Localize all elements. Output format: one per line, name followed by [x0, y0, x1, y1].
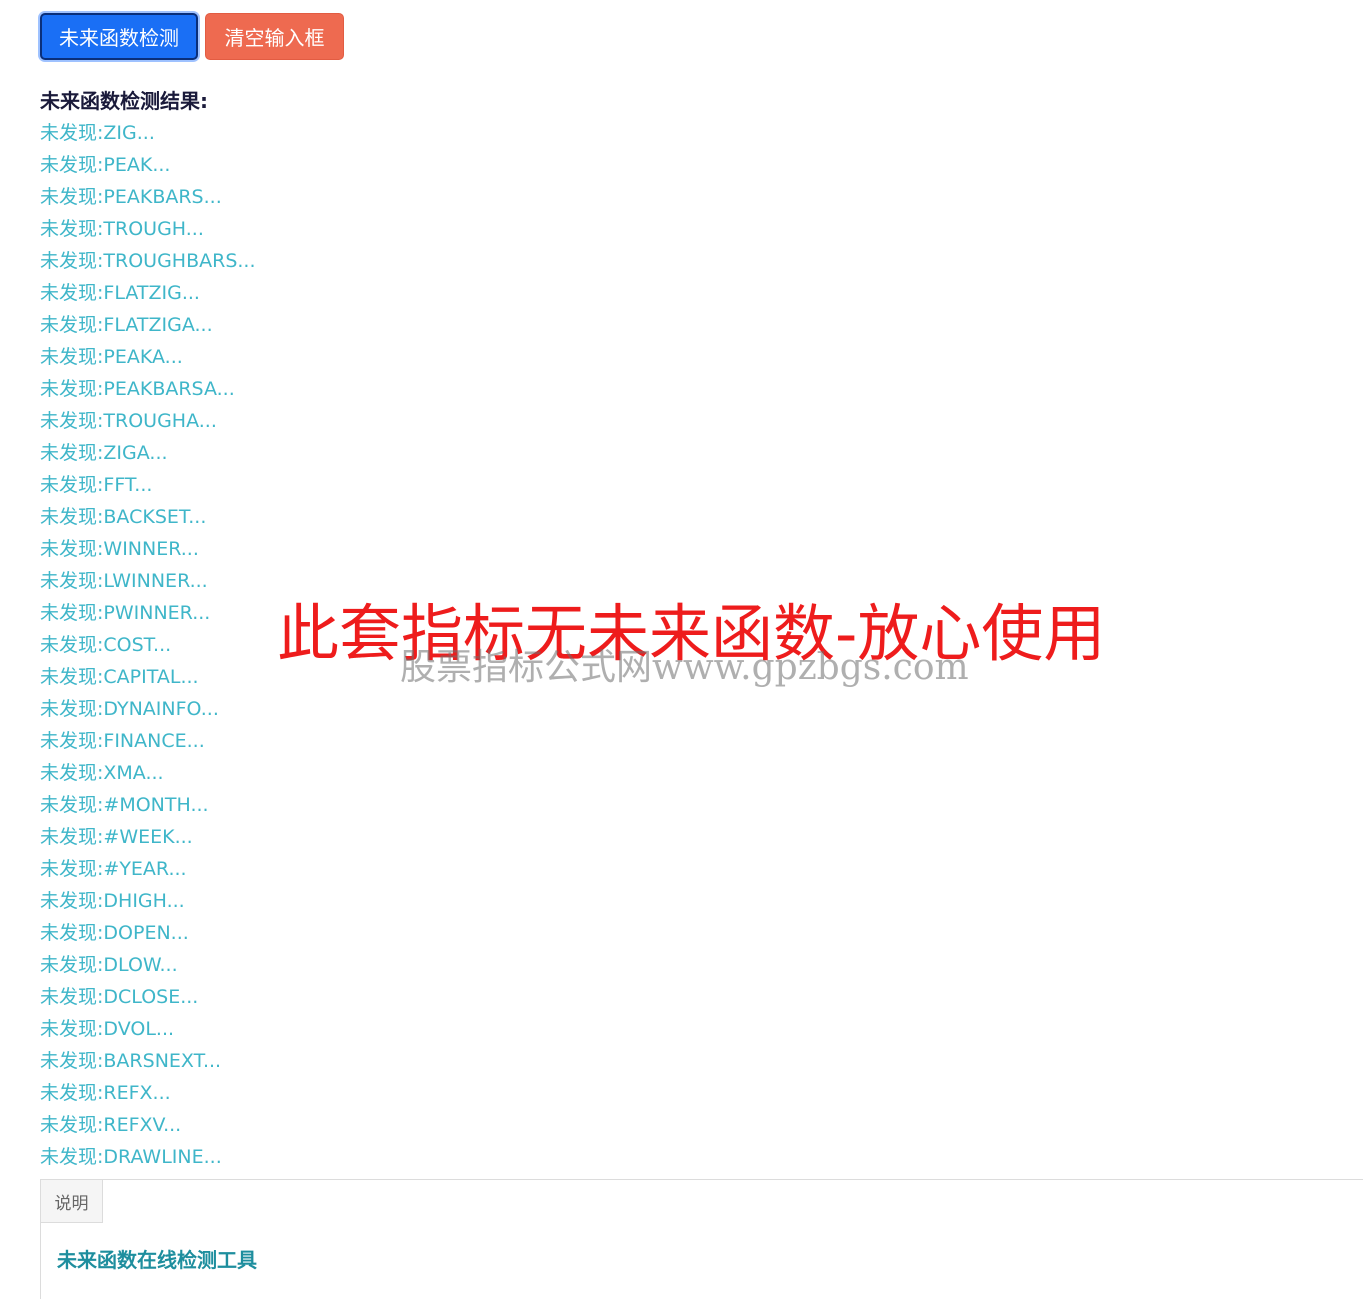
result-item: 未发现:ZIGA...: [40, 442, 168, 464]
result-item: 未发现:TROUGH...: [40, 218, 204, 240]
result-item: 未发现:DRAWLINE...: [40, 1146, 222, 1168]
result-item: 未发现:BACKSET...: [40, 506, 207, 528]
result-item: 未发现:DHIGH...: [40, 890, 185, 912]
toolbar: 未来函数检测 清空输入框: [40, 13, 344, 60]
result-item: 未发现:FINANCE...: [40, 730, 205, 752]
result-item: 未发现:FLATZIGA...: [40, 314, 213, 336]
result-item: 未发现:WINNER...: [40, 538, 199, 560]
clear-input-button[interactable]: 清空输入框: [205, 13, 344, 60]
description-panel: 说明 未来函数在线检测工具: [40, 1179, 1363, 1299]
tab-description[interactable]: 说明: [41, 1180, 103, 1223]
result-item: 未发现:TROUGHBARS...: [40, 250, 256, 272]
result-item: 未发现:LWINNER...: [40, 570, 208, 592]
result-item: 未发现:PEAKA...: [40, 346, 183, 368]
result-item: 未发现:DYNAINFO...: [40, 698, 219, 720]
result-item: 未发现:REFX...: [40, 1082, 171, 1104]
result-item: 未发现:BARSNEXT...: [40, 1050, 222, 1072]
result-item: 未发现:PWINNER...: [40, 602, 211, 624]
result-item: 未发现:ZIG...: [40, 122, 155, 144]
result-item: 未发现:DOPEN...: [40, 922, 189, 944]
result-item: 未发现:PEAKBARSA...: [40, 378, 235, 400]
result-item: 未发现:DVOL...: [40, 1018, 175, 1040]
results-list: 未发现:ZIG... 未发现:PEAK... 未发现:PEAKBARS... 未…: [40, 117, 256, 1173]
result-item: 未发现:CAPITAL...: [40, 666, 199, 688]
results-title: 未来函数检测结果:: [40, 89, 208, 113]
result-item: 未发现:DCLOSE...: [40, 986, 199, 1008]
result-item: 未发现:FLATZIG...: [40, 282, 200, 304]
result-item: 未发现:PEAK...: [40, 154, 171, 176]
result-item: 未发现:REFXV...: [40, 1114, 182, 1136]
detect-future-function-button[interactable]: 未来函数检测: [40, 13, 198, 60]
result-item: 未发现:#WEEK...: [40, 826, 193, 848]
panel-heading: 未来函数在线检测工具: [57, 1248, 257, 1272]
result-item: 未发现:XMA...: [40, 762, 164, 784]
result-item: 未发现:PEAKBARS...: [40, 186, 222, 208]
result-item: 未发现:DLOW...: [40, 954, 178, 976]
result-item: 未发现:#MONTH...: [40, 794, 209, 816]
result-item: 未发现:COST...: [40, 634, 172, 656]
result-item: 未发现:TROUGHA...: [40, 410, 217, 432]
result-item: 未发现:#YEAR...: [40, 858, 187, 880]
site-watermark: 股票指标公式网www.gpzbgs.com: [400, 647, 969, 688]
result-item: 未发现:FFT...: [40, 474, 153, 496]
